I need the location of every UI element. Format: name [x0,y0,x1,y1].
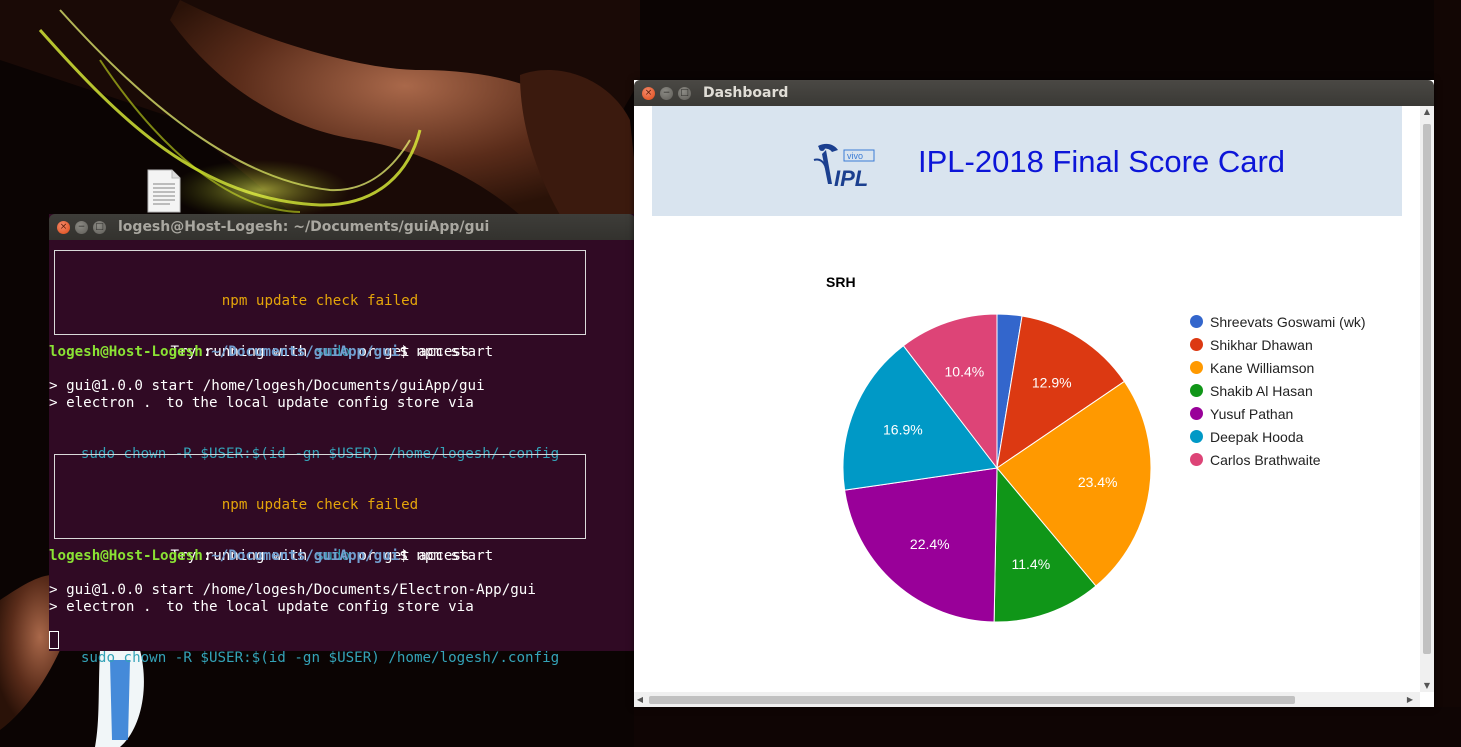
npm-notice-line1: npm update check failed [221,497,419,513]
legend-item[interactable]: Carlos Brathwaite [1190,448,1366,471]
legend-swatch [1190,338,1203,351]
slice-label: 23.4% [1078,474,1118,490]
minimize-icon[interactable]: − [75,220,88,234]
output-line: > gui@1.0.0 start /home/logesh/Documents… [49,582,536,598]
legend-label: Shreevats Goswami (wk) [1210,313,1366,330]
close-icon[interactable]: × [57,220,70,234]
prompt-user: logesh@Host-Logesh [49,548,203,564]
prompt-path: ~/Documents/guiApp/gui [211,344,400,360]
legend-item[interactable]: Kane Williamson [1190,356,1366,379]
prompt-command: $ npm start [399,344,494,360]
maximize-icon[interactable]: □ [93,220,106,234]
terminal-window[interactable]: × − □ logesh@Host-Logesh: ~/Documents/gu… [49,214,635,666]
prompt-line: logesh@Host-Logesh:~/Documents/guiApp/gu… [49,548,493,565]
scroll-left-icon[interactable]: ◀ [634,692,646,707]
legend-item[interactable]: Shikhar Dhawan [1190,333,1366,356]
npm-update-notice: npm update check failed Try running with… [54,250,586,462]
slice-label: 10.4% [945,364,985,380]
dashboard-titlebar[interactable]: × − □ Dashboard [634,80,1434,106]
legend-label: Kane Williamson [1210,359,1315,376]
legend-item[interactable]: Shreevats Goswami (wk) [1190,310,1366,333]
prompt-separator: : [202,548,212,564]
npm-notice-line1: npm update check failed [221,293,419,309]
legend-label: Shikhar Dhawan [1210,336,1313,353]
scroll-right-icon[interactable]: ▶ [1404,692,1416,707]
close-icon[interactable]: × [642,86,655,100]
maximize-icon[interactable]: □ [678,86,691,100]
legend-item[interactable]: Shakib Al Hasan [1190,379,1366,402]
horizontal-scrollbar[interactable]: ◀ ▶ [634,692,1420,707]
terminal-output[interactable]: npm update check failed Try running with… [49,240,635,666]
npm-update-notice: npm update check failed Try running with… [54,454,586,666]
legend-swatch [1190,407,1203,420]
legend-swatch [1190,384,1203,397]
terminal-cursor [49,631,59,649]
legend-item[interactable]: Deepak Hooda [1190,425,1366,448]
vertical-scrollbar[interactable]: ▲ ▼ [1420,106,1434,692]
prompt-line: logesh@Host-Logesh:~/Documents/guiApp/gu… [49,344,493,361]
legend-item[interactable]: Yusuf Pathan [1190,402,1366,425]
legend-label: Deepak Hooda [1210,428,1304,445]
chart-legend: Shreevats Goswami (wk) Shikhar Dhawan Kane… [1190,310,1366,471]
slice-label: 16.9% [883,422,923,438]
prompt-user: logesh@Host-Logesh [49,344,203,360]
scroll-down-icon[interactable]: ▼ [1420,680,1434,692]
output-line: > gui@1.0.0 start /home/logesh/Documents… [49,378,485,394]
vertical-scroll-thumb[interactable] [1423,124,1431,654]
prompt-command: $ npm start [399,548,494,564]
minimize-icon[interactable]: − [660,86,673,100]
slice-label: 22.4% [910,536,950,552]
legend-swatch [1190,453,1203,466]
prompt-separator: : [202,344,212,360]
dashboard-window[interactable]: × − □ Dashboard IPL vivo IPL-2018 Final … [634,80,1434,707]
dashboard-title: Dashboard [703,85,789,101]
terminal-titlebar[interactable]: × − □ logesh@Host-Logesh: ~/Documents/gu… [49,214,635,240]
output-line: > electron . [49,599,152,615]
legend-label: Yusuf Pathan [1210,405,1294,422]
legend-label: Shakib Al Hasan [1210,382,1313,399]
dashboard-content[interactable]: IPL vivo IPL-2018 Final Score Card SRH 1… [634,106,1420,692]
legend-swatch [1190,315,1203,328]
scroll-up-icon[interactable]: ▲ [1420,106,1434,118]
legend-label: Carlos Brathwaite [1210,451,1321,468]
terminal-title: logesh@Host-Logesh: ~/Documents/guiApp/g… [118,219,490,235]
horizontal-scroll-thumb[interactable] [649,696,1295,704]
npm-notice-line4: sudo chown -R $USER:$(id -gn $USER) /hom… [80,650,560,666]
slice-label: 12.9% [1032,374,1072,390]
prompt-path: ~/Documents/guiApp/gui [211,548,400,564]
desktop-file-icon[interactable] [144,168,184,214]
legend-swatch [1190,361,1203,374]
slice-label: 11.4% [1011,556,1050,572]
output-line: > electron . [49,395,152,411]
legend-swatch [1190,430,1203,443]
